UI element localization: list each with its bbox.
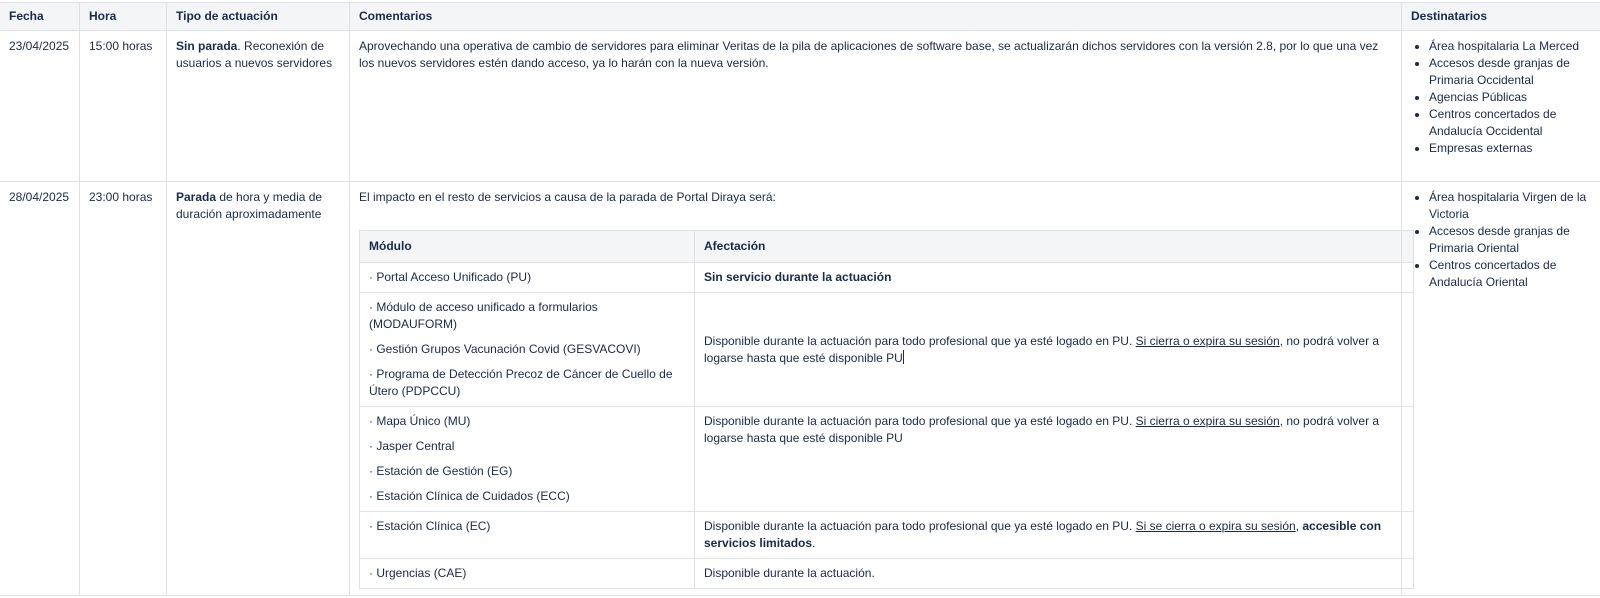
destinatarios-list: Área hospitalaria La Merced Accesos desd…	[1411, 38, 1591, 157]
header-tipo: Tipo de actuación	[167, 3, 350, 31]
module-item: · Gestión Grupos Vacunación Covid (GESVA…	[369, 341, 685, 358]
header-hora: Hora	[80, 3, 167, 31]
module-item: · Módulo de acceso unificado a formulari…	[369, 299, 685, 333]
maintenance-table: Fecha Hora Tipo de actuación Comentarios…	[0, 2, 1600, 596]
tipo-bold: Parada	[176, 190, 216, 204]
module-item: · Urgencias (CAE)	[369, 565, 685, 582]
tipo-bold: Sin parada	[176, 39, 237, 53]
text-cursor	[903, 350, 904, 364]
session-link[interactable]: Si cierra o expira su sesión	[1136, 414, 1280, 428]
module-item: · Estación de Gestión (EG)	[369, 463, 685, 480]
module-item: · Portal Acceso Unificado (PU)	[369, 269, 685, 286]
session-link[interactable]: Si cierra o expira su sesión	[1136, 334, 1280, 348]
header-destinatarios: Destinatarios	[1402, 3, 1600, 31]
comment-intro: El impacto en el resto de servicios a ca…	[359, 189, 1392, 206]
cell-tipo: Parada de hora y media de duración aprox…	[167, 182, 350, 596]
list-item: Centros concertados de Andalucía Occiden…	[1429, 106, 1591, 140]
impact-row: · Portal Acceso Unificado (PU) Sin servi…	[360, 263, 1414, 293]
impact-row: · Módulo de acceso unificado a formulari…	[360, 293, 1414, 407]
cell-afectacion: Disponible durante la actuación para tod…	[695, 293, 1414, 407]
module-item: · Programa de Detección Precoz de Cáncer…	[369, 366, 685, 400]
list-item: Accesos desde granjas de Primaria Occide…	[1429, 55, 1591, 89]
module-item: · Estación Clínica de Cuidados (ECC)	[369, 488, 685, 505]
header-row: Fecha Hora Tipo de actuación Comentarios…	[0, 3, 1600, 31]
table-row: 23/04/2025 15:00 horas Sin parada. Recon…	[0, 31, 1600, 182]
cell-afectacion: Disponible durante la actuación.	[695, 559, 1414, 589]
list-item: Empresas externas	[1429, 140, 1591, 157]
module-item: · Jasper Central	[369, 438, 685, 455]
afectacion-text: Disponible durante la actuación.	[704, 566, 875, 580]
cell-tipo: Sin parada. Reconexión de usuarios a nue…	[167, 31, 350, 182]
cell-comentarios: El impacto en el resto de servicios a ca…	[350, 182, 1402, 596]
cell-hora: 15:00 horas	[80, 31, 167, 182]
header-fecha: Fecha	[0, 3, 80, 31]
cell-fecha: 28/04/2025	[0, 182, 80, 596]
cell-afectacion: Disponible durante la actuación para tod…	[695, 407, 1414, 512]
cell-modulos: · Urgencias (CAE)	[360, 559, 695, 589]
impact-row: · Mapa Único (MU) · Jasper Central · Est…	[360, 407, 1414, 512]
cell-modulos: · Mapa Único (MU) · Jasper Central · Est…	[360, 407, 695, 512]
cell-afectacion: Disponible durante la actuación para tod…	[695, 512, 1414, 559]
header-afectacion: Afectación	[695, 231, 1414, 263]
list-item: Accesos desde granjas de Primaria Orient…	[1429, 223, 1591, 257]
cell-afectacion: Sin servicio durante la actuación	[695, 263, 1414, 293]
list-item: Área hospitalaria La Merced	[1429, 38, 1591, 55]
cell-destinatarios: Área hospitalaria Virgen de la Victoria …	[1402, 182, 1600, 596]
cell-modulos: · Portal Acceso Unificado (PU)	[360, 263, 695, 293]
table-row: 28/04/2025 23:00 horas Parada de hora y …	[0, 182, 1600, 596]
cell-fecha: 23/04/2025	[0, 31, 80, 182]
impact-table: Módulo Afectación · Portal Acceso Unific…	[359, 230, 1414, 589]
list-item: Centros concertados de Andalucía Orienta…	[1429, 257, 1591, 291]
cell-comentarios: Aprovechando una operativa de cambio de …	[350, 31, 1402, 182]
module-item: · Mapa Único (MU)	[369, 413, 685, 430]
impact-row: · Estación Clínica (EC) Disponible duran…	[360, 512, 1414, 559]
cell-hora: 23:00 horas	[80, 182, 167, 596]
destinatarios-list: Área hospitalaria Virgen de la Victoria …	[1411, 189, 1591, 291]
cell-modulos: · Estación Clínica (EC)	[360, 512, 695, 559]
afectacion-text: .	[812, 536, 815, 550]
afectacion-text: Disponible durante la actuación para tod…	[704, 334, 1136, 348]
header-modulo: Módulo	[360, 231, 695, 263]
header-comentarios: Comentarios	[350, 3, 1402, 31]
impact-header-row: Módulo Afectación	[360, 231, 1414, 263]
impact-row: · Urgencias (CAE) Disponible durante la …	[360, 559, 1414, 589]
cell-destinatarios: Área hospitalaria La Merced Accesos desd…	[1402, 31, 1600, 182]
cell-modulos: · Módulo de acceso unificado a formulari…	[360, 293, 695, 407]
afectacion-text: Disponible durante la actuación para tod…	[704, 519, 1136, 533]
list-item: Agencias Públicas	[1429, 89, 1591, 106]
session-link[interactable]: Si se cierra o expira su sesión	[1136, 519, 1296, 533]
module-item: · Estación Clínica (EC)	[369, 518, 685, 535]
afectacion-bold: Sin servicio durante la actuación	[704, 270, 891, 284]
list-item: Área hospitalaria Virgen de la Victoria	[1429, 189, 1591, 223]
afectacion-text: Disponible durante la actuación para tod…	[704, 414, 1136, 428]
